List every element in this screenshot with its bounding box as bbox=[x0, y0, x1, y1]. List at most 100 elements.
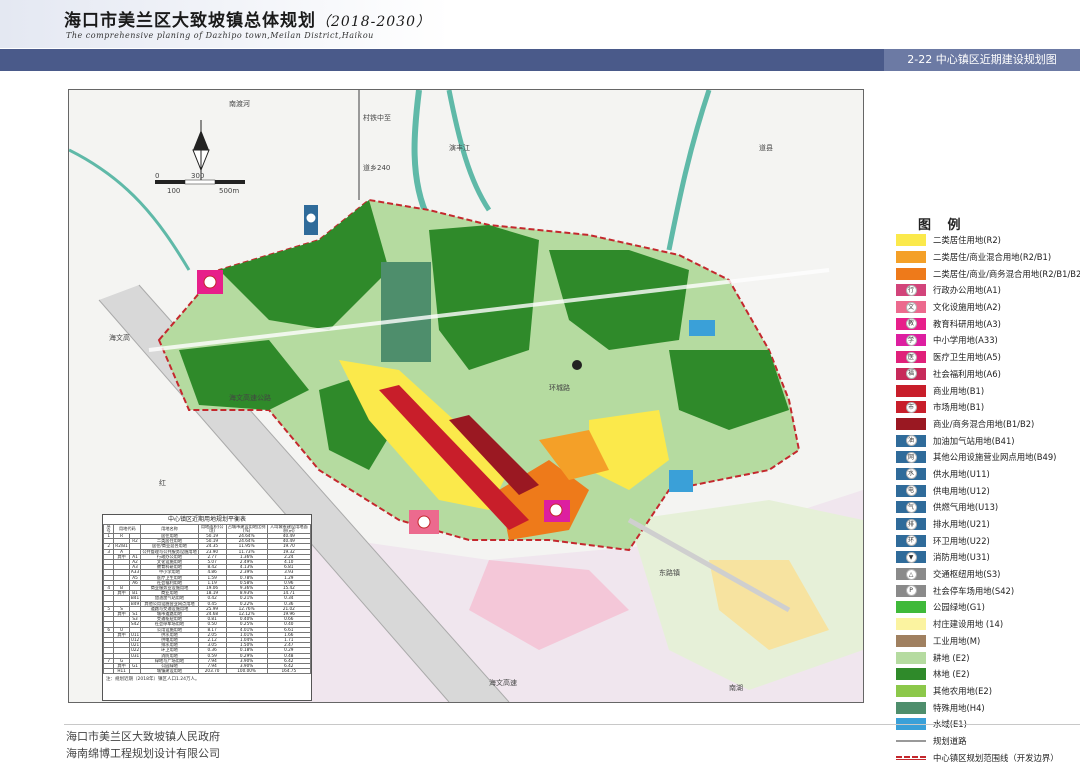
parking-icon: P bbox=[896, 584, 926, 597]
legend-label: 村庄建设用地 (14) bbox=[933, 619, 1004, 630]
table-note: 注：规划近期（2018年）镇区人口1.24万人。 bbox=[106, 677, 200, 683]
table-title: 中心镇区近期用地规划平衡表 bbox=[167, 516, 246, 523]
industrial-swatch bbox=[896, 634, 926, 647]
legend-label: 特殊用地(H4) bbox=[933, 702, 985, 713]
header: 海口市美兰区大致坡镇总体规划（2018-2030） The comprehens… bbox=[0, 0, 1080, 48]
table-cell: B41 bbox=[128, 595, 142, 602]
legend-symbol: 学 bbox=[905, 334, 917, 346]
commercial-swatch bbox=[896, 384, 926, 397]
map-label-road-ne: 道县 bbox=[759, 143, 773, 152]
special-swatch bbox=[896, 701, 926, 714]
legend-symbol: 福 bbox=[905, 368, 917, 380]
legend-item: 中心镇区规划范围线（开发边界） bbox=[896, 749, 1080, 766]
legend-label: 医疗卫生用地(A5) bbox=[933, 352, 1001, 363]
table-header: 人均城市建设用地面积(㎡) bbox=[266, 524, 312, 534]
land-table: 序号 用地代码 用地名称 用地面积(公顷) 占城市建设用地比例(%) 人均城市建… bbox=[102, 524, 312, 675]
legend-item: 学 中小学用地(A33) bbox=[896, 332, 1080, 349]
legend-symbol: 行 bbox=[905, 284, 917, 296]
map-label-river: 南渡河 bbox=[229, 99, 250, 108]
legend-item: 林地 (E2) bbox=[896, 666, 1080, 683]
scale-tick-100: 100 bbox=[167, 187, 180, 195]
table-cell: U11 bbox=[128, 631, 142, 639]
legend-label: 行政办公用地(A1) bbox=[933, 285, 1001, 296]
utility-outlet-icon: 网 bbox=[896, 451, 926, 464]
table-header: 占城市建设用地比例(%) bbox=[225, 524, 268, 534]
table-cell bbox=[102, 668, 115, 675]
education-marker-icon[interactable] bbox=[203, 275, 217, 289]
table-cell: S42 bbox=[128, 621, 142, 628]
table-cell: U22 bbox=[128, 647, 142, 654]
table-cell: U21 bbox=[128, 642, 142, 649]
table-header: 用地面积(公顷) bbox=[197, 524, 227, 534]
village-swatch bbox=[896, 618, 926, 631]
legend-item: 二类居住用地(R2) bbox=[896, 232, 1080, 249]
legend-label: 文化设施用地(A2) bbox=[933, 302, 1001, 313]
map-label-north-road: 村铁中至 bbox=[363, 113, 391, 122]
scale-tick-300: 300 bbox=[191, 172, 204, 180]
legend-label: 二类居住/商业混合用地(R2/B1) bbox=[933, 252, 1052, 263]
map-label-red: 红 bbox=[159, 478, 166, 487]
plan-subtitle: The comprehensive planing of Dazhipo tow… bbox=[66, 31, 374, 40]
school-marker-icon[interactable] bbox=[549, 503, 563, 517]
culture-marker-icon[interactable] bbox=[417, 515, 431, 529]
legend-label: 二类居住用地(R2) bbox=[933, 235, 1001, 246]
culture-icon: 文 bbox=[896, 301, 926, 314]
legend-label: 公园绿地(G1) bbox=[933, 602, 985, 613]
table-header: 用地代码 bbox=[113, 524, 142, 534]
legend: 二类居住用地(R2) 二类居住/商业混合用地(R2/B1) 二类居住/商业/商务混合… bbox=[896, 232, 1080, 766]
utility-marker-icon[interactable] bbox=[305, 212, 317, 224]
legend-item: △ 交通枢纽用地(S3) bbox=[896, 566, 1080, 583]
legend-label: 林地 (E2) bbox=[933, 669, 970, 680]
legend-item: 商业用地(B1) bbox=[896, 382, 1080, 399]
fire-station-icon: ▼ bbox=[896, 551, 926, 564]
land-use-balance-table: 中心镇区近期用地规划平衡表 序号 用地代码 用地名称 用地面积(公顷) 占城市建… bbox=[102, 514, 312, 701]
table-header: 序号 bbox=[102, 524, 115, 534]
agri-swatch bbox=[896, 684, 926, 697]
legend-label: 工业用地(M) bbox=[933, 635, 981, 646]
legend-label: 中小学用地(A33) bbox=[933, 335, 998, 346]
legend-item: 行 行政办公用地(A1) bbox=[896, 282, 1080, 299]
welfare-icon: 福 bbox=[896, 367, 926, 380]
legend-label: 二类居住/商业/商务混合用地(R2/B1/B2) bbox=[933, 268, 1080, 279]
table-cell: A33 bbox=[128, 569, 142, 576]
table-body: 1 R 居住用地 50.19 24.64% 40.49 R2 二类居住用地 50.19 24.64… bbox=[102, 532, 312, 675]
water-patch-e bbox=[669, 470, 693, 492]
legend-item: 文 文化设施用地(A2) bbox=[896, 299, 1080, 316]
map-label-ring-road: 环城路 bbox=[549, 383, 570, 392]
park-swatch bbox=[896, 601, 926, 614]
map-label-south-road: 海文高速 bbox=[489, 678, 517, 687]
table-cell: 164.75 bbox=[266, 668, 312, 675]
legend-symbol: 环 bbox=[905, 535, 917, 547]
legend-label: 供燃气用地(U13) bbox=[933, 502, 999, 513]
legend-item: 市 市场用地(B1) bbox=[896, 399, 1080, 416]
footer-designer: 海南绵博工程规划设计有限公司 bbox=[66, 747, 220, 760]
water-patch-ne bbox=[689, 320, 715, 336]
school-icon: 学 bbox=[896, 334, 926, 347]
sanitation-icon: 环 bbox=[896, 534, 926, 547]
legend-label: 教育科研用地(A3) bbox=[933, 318, 1001, 329]
business-swatch bbox=[896, 417, 926, 430]
table-cell: 203.70 bbox=[197, 668, 227, 675]
legend-item: 村庄建设用地 (14) bbox=[896, 616, 1080, 633]
fire-station-marker-icon[interactable] bbox=[572, 360, 582, 370]
legend-item: 工业用地(M) bbox=[896, 633, 1080, 650]
legend-symbol: 电 bbox=[905, 485, 917, 497]
hospital-icon: 医 bbox=[896, 351, 926, 364]
legend-item: 二类居住/商业/商务混合用地(R2/B1/B2) bbox=[896, 265, 1080, 282]
legend-item: 福 社会福利用地(A6) bbox=[896, 366, 1080, 383]
legend-item: 二类居住/商业混合用地(R2/B1) bbox=[896, 249, 1080, 266]
map-label-road-w: 海文高 bbox=[109, 333, 130, 342]
legend-label: 消防用地(U31) bbox=[933, 552, 990, 563]
plan-title: 海口市美兰区大致坡镇总体规划（2018-2030） bbox=[64, 6, 431, 31]
table-row: H11 城镇建设用地 203.70 100.00% 164.75 bbox=[102, 668, 312, 675]
map-label-haiwen-road: 海文高速公路 bbox=[229, 393, 271, 402]
legend-item: 环 环卫用地(U22) bbox=[896, 532, 1080, 549]
plan-title-text: 海口市美兰区大致坡镇总体规划 bbox=[64, 11, 316, 31]
legend-label: 社会福利用地(A6) bbox=[933, 368, 1001, 379]
legend-item: 其他农用地(E2) bbox=[896, 683, 1080, 700]
footer-divider bbox=[64, 724, 1080, 725]
legend-item: 耕地 (E2) bbox=[896, 649, 1080, 666]
legend-item: 医 医疗卫生用地(A5) bbox=[896, 349, 1080, 366]
legend-label: 交通枢纽用地(S3) bbox=[933, 569, 1001, 580]
market-icon: 市 bbox=[896, 401, 926, 414]
